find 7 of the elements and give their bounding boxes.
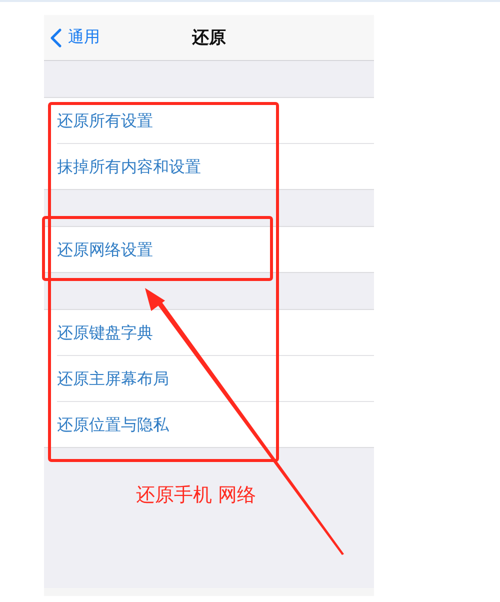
settings-item[interactable]: 抹掉所有内容和设置 [57,144,374,189]
settings-item[interactable]: 还原位置与隐私 [57,402,374,447]
back-button[interactable]: 通用 [50,27,100,48]
annotation-text: 还原手机 网络 [136,483,256,508]
settings-item[interactable]: 还原所有设置 [57,98,374,144]
screen-title: 还原 [192,27,226,49]
back-chevron-icon [50,28,62,48]
